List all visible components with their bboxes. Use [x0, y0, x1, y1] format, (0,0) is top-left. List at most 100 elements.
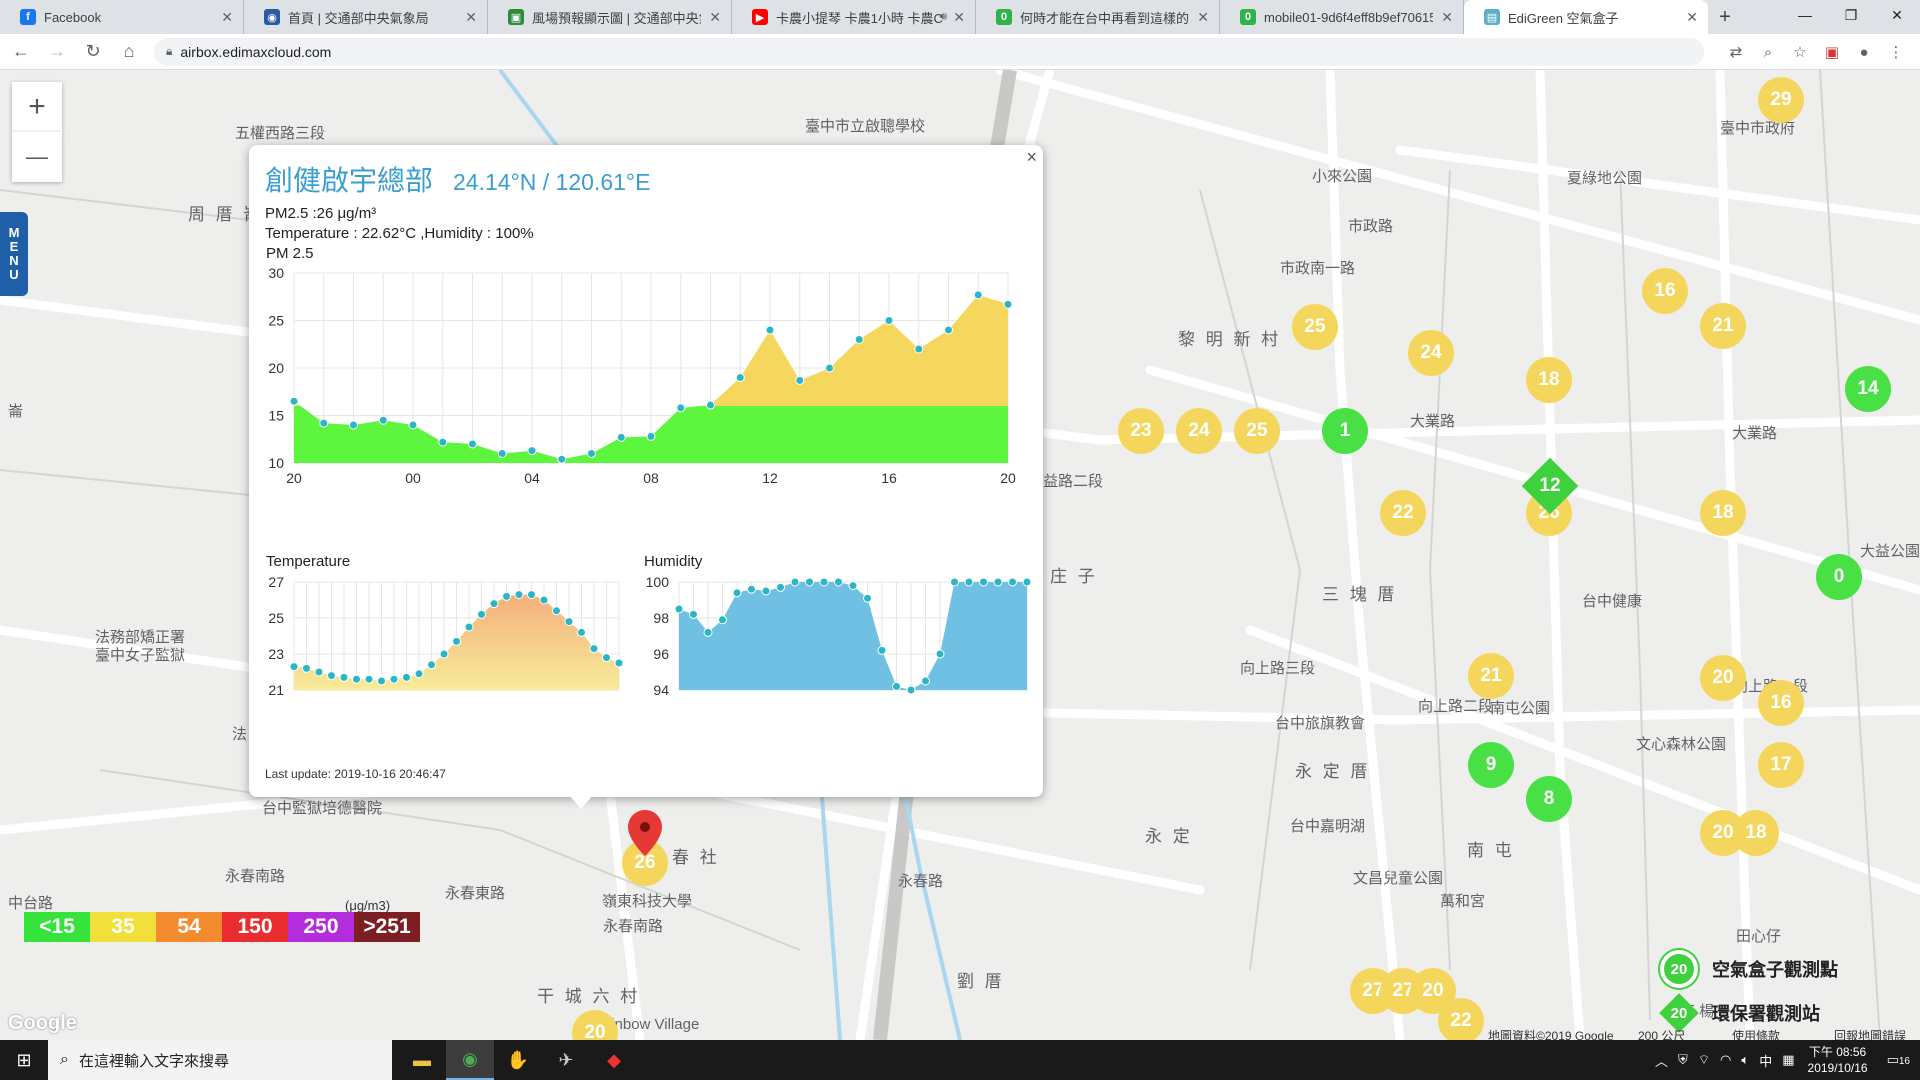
data-point[interactable] — [765, 325, 775, 335]
data-point[interactable] — [319, 418, 329, 428]
data-point[interactable] — [973, 290, 983, 300]
airbox-marker[interactable]: 23 — [1118, 408, 1164, 454]
airbox-marker[interactable]: 25 — [1234, 408, 1280, 454]
data-point[interactable] — [863, 593, 872, 603]
tab-close-icon[interactable]: ✕ — [709, 9, 721, 26]
browser-tab[interactable]: ▤ EdiGreen 空氣盒子 ✕ — [1464, 0, 1708, 34]
translate-icon[interactable]: ⇄ — [1720, 38, 1752, 66]
airbox-marker[interactable]: 24 — [1408, 330, 1454, 376]
airbox-marker[interactable]: 24 — [1176, 408, 1222, 454]
data-point[interactable] — [557, 454, 567, 464]
data-point[interactable] — [921, 676, 930, 686]
data-point[interactable] — [539, 595, 549, 605]
browser-tab[interactable]: ▣ 風場預報顯示圖 | 交通部中央氣象 ✕ — [488, 0, 732, 34]
popup-close-button[interactable]: × — [1026, 147, 1037, 168]
selected-location-pin-icon[interactable] — [628, 810, 662, 856]
reload-icon[interactable]: ↻ — [78, 37, 108, 67]
app-taskbar-icon[interactable]: ✋ — [494, 1040, 542, 1080]
data-point[interactable] — [349, 420, 358, 430]
close-window-button[interactable]: ✕ — [1874, 0, 1920, 30]
data-point[interactable] — [589, 644, 599, 654]
tab-close-icon[interactable]: ✕ — [1686, 9, 1698, 26]
tray-security-icon[interactable]: ⛨ — [1678, 1052, 1688, 1068]
data-point[interactable] — [979, 577, 988, 587]
data-point[interactable] — [577, 627, 586, 637]
airbox-marker[interactable]: 25 — [1292, 304, 1338, 350]
tray-ime[interactable]: 中 — [1759, 1051, 1772, 1070]
zoom-icon[interactable]: ⌕ — [1752, 38, 1784, 66]
tab-close-icon[interactable]: ✕ — [465, 9, 477, 26]
data-point[interactable] — [795, 375, 805, 385]
windows-start-icon[interactable]: ⊞ — [0, 1040, 48, 1080]
airbox-marker[interactable]: 16 — [1758, 680, 1804, 726]
data-point[interactable] — [527, 446, 537, 456]
tray-volume-icon[interactable]: 🔈︎ — [1741, 1052, 1749, 1068]
data-point[interactable] — [289, 662, 299, 672]
airbox-marker[interactable]: 0 — [1816, 554, 1862, 600]
data-point[interactable] — [1022, 577, 1032, 587]
data-point[interactable] — [825, 363, 834, 373]
data-point[interactable] — [964, 577, 974, 587]
data-point[interactable] — [761, 586, 771, 596]
data-point[interactable] — [464, 622, 474, 632]
data-point[interactable] — [892, 681, 901, 691]
data-point[interactable] — [468, 439, 477, 449]
airbox-marker[interactable]: 21 — [1700, 303, 1746, 349]
airbox-marker[interactable]: 17 — [1758, 742, 1804, 788]
data-point[interactable] — [497, 449, 507, 458]
tray-wifi-icon[interactable]: ◠ — [1720, 1052, 1731, 1068]
back-arrow-icon[interactable]: ← — [6, 37, 36, 67]
tab-close-icon[interactable]: ✕ — [1197, 9, 1209, 26]
data-point[interactable] — [854, 335, 864, 344]
data-point[interactable] — [732, 588, 742, 598]
data-point[interactable] — [438, 437, 448, 447]
data-point[interactable] — [514, 590, 524, 600]
data-point[interactable] — [314, 667, 324, 677]
bookmark-star-icon[interactable]: ☆ — [1784, 38, 1816, 66]
data-point[interactable] — [674, 604, 684, 614]
tab-audio-icon[interactable]: 🔊︎ — [939, 9, 947, 24]
tray-network-icon[interactable]: ⌔ — [1698, 1052, 1710, 1068]
data-point[interactable] — [389, 674, 399, 684]
airbox-marker[interactable]: 20 — [1700, 655, 1746, 701]
data-point[interactable] — [552, 606, 561, 616]
data-point[interactable] — [339, 672, 349, 682]
airbox-marker[interactable]: 9 — [1468, 742, 1514, 788]
data-point[interactable] — [689, 609, 698, 619]
tab-close-icon[interactable]: ✕ — [1441, 9, 1453, 26]
tab-close-icon[interactable]: ✕ — [953, 9, 965, 26]
data-point[interactable] — [1008, 577, 1017, 587]
data-point[interactable] — [327, 671, 336, 681]
data-point[interactable] — [378, 415, 388, 425]
airbox-marker[interactable]: 18 — [1700, 490, 1746, 536]
taskbar-search[interactable]: ⌕ 在這裡輸入文字來搜尋 — [48, 1040, 392, 1080]
data-point[interactable] — [427, 660, 436, 670]
airbox-marker[interactable]: 18 — [1526, 357, 1572, 403]
data-point[interactable] — [1003, 299, 1013, 309]
browser-tab[interactable]: ▶ 卡農小提琴 卡農1小時 卡農C 🔊︎ ✕ — [732, 0, 976, 34]
data-point[interactable] — [805, 577, 814, 587]
airbox-marker[interactable]: 1 — [1322, 408, 1368, 454]
zoom-in-button[interactable]: + — [12, 82, 62, 132]
airbox-marker[interactable]: 18 — [1733, 810, 1779, 856]
data-point[interactable] — [477, 609, 486, 619]
airbox-marker[interactable]: 14 — [1845, 366, 1891, 412]
data-point[interactable] — [776, 582, 785, 592]
airbox-marker[interactable]: 8 — [1526, 776, 1572, 822]
data-point[interactable] — [302, 663, 311, 673]
data-point[interactable] — [993, 577, 1003, 587]
data-point[interactable] — [718, 615, 727, 625]
data-point[interactable] — [364, 674, 374, 684]
browser-tab[interactable]: f Facebook ✕ — [0, 0, 244, 34]
data-point[interactable] — [587, 449, 596, 458]
data-point[interactable] — [408, 420, 418, 430]
chrome-taskbar-icon[interactable]: ◉ — [446, 1040, 494, 1080]
data-point[interactable] — [935, 649, 945, 659]
browser-tab[interactable]: 0 mobile01-9d6f4eff8b9ef70615 ✕ — [1220, 0, 1464, 34]
app3-taskbar-icon[interactable]: ◆ — [590, 1040, 638, 1080]
data-point[interactable] — [646, 431, 656, 441]
data-point[interactable] — [489, 599, 499, 609]
file-explorer-icon[interactable]: ▬ — [398, 1040, 446, 1080]
app2-taskbar-icon[interactable]: ✈ — [542, 1040, 590, 1080]
data-point[interactable] — [564, 617, 574, 627]
